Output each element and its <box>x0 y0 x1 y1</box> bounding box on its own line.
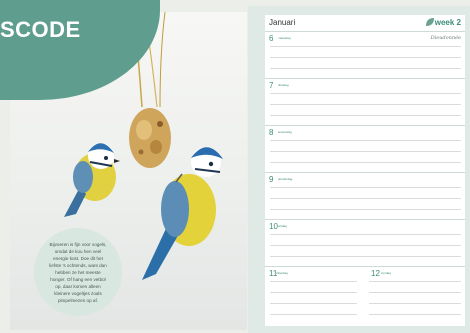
write-line <box>270 46 461 47</box>
day-friday: 10 vrijdag <box>265 219 465 267</box>
write-line <box>270 303 357 304</box>
write-line <box>270 93 461 94</box>
day-number: 9 <box>269 175 274 184</box>
day-tuesday: 7 dinsdag <box>265 78 465 126</box>
day-wednesday: 8 woensdag <box>265 125 465 173</box>
write-line <box>369 303 461 304</box>
month-label: Januari <box>269 18 296 27</box>
write-line <box>270 140 461 141</box>
day-number: 7 <box>269 81 274 90</box>
day-name: woensdag <box>278 130 292 134</box>
week-planner: Januari week 2 6 maandag Dieudonnée 7 di… <box>265 15 465 326</box>
day-number: 12 <box>371 269 380 278</box>
weekend-row: 11 zaterdag 12 zondag <box>265 266 465 327</box>
day-name: zondag <box>381 271 391 275</box>
write-line <box>270 281 357 282</box>
write-line <box>270 256 461 257</box>
write-line <box>270 151 461 152</box>
write-line <box>369 281 461 282</box>
day-monday: 6 maandag Dieudonnée <box>265 31 465 79</box>
caption-text: Bijvoeren is fijn voor vogels, omdat de … <box>49 241 107 303</box>
write-line <box>270 292 357 293</box>
week-label: week 2 <box>434 18 461 27</box>
write-line <box>270 245 461 246</box>
write-line <box>270 187 461 188</box>
write-line <box>270 234 461 235</box>
write-line <box>270 68 461 69</box>
caption-bubble: Bijvoeren is fijn voor vogels, omdat de … <box>34 228 122 316</box>
write-line <box>369 314 461 315</box>
day-name: zaterdag <box>276 271 288 275</box>
write-line <box>270 314 357 315</box>
day-saturday: 11 zaterdag <box>265 267 363 327</box>
brand-logo-text: SCODE <box>0 17 81 42</box>
day-number: 6 <box>269 34 274 43</box>
write-line <box>270 209 461 210</box>
leaf-icon <box>426 18 434 26</box>
day-number: 8 <box>269 128 274 137</box>
day-name: vrijdag <box>278 224 287 228</box>
write-line <box>270 104 461 105</box>
write-line <box>270 57 461 58</box>
day-number: 10 <box>269 222 278 231</box>
day-name: donderdag <box>278 177 293 181</box>
write-line <box>369 292 461 293</box>
day-name: dinsdag <box>278 83 289 87</box>
planner-header: Januari week 2 <box>265 15 465 31</box>
write-line <box>270 198 461 199</box>
day-sunday: 12 zondag <box>367 267 465 327</box>
write-line <box>270 162 461 163</box>
day-thursday: 9 donderdag <box>265 172 465 220</box>
write-line <box>270 115 461 116</box>
note-text: Dieudonnée <box>430 35 461 41</box>
day-name: maandag <box>278 36 291 40</box>
